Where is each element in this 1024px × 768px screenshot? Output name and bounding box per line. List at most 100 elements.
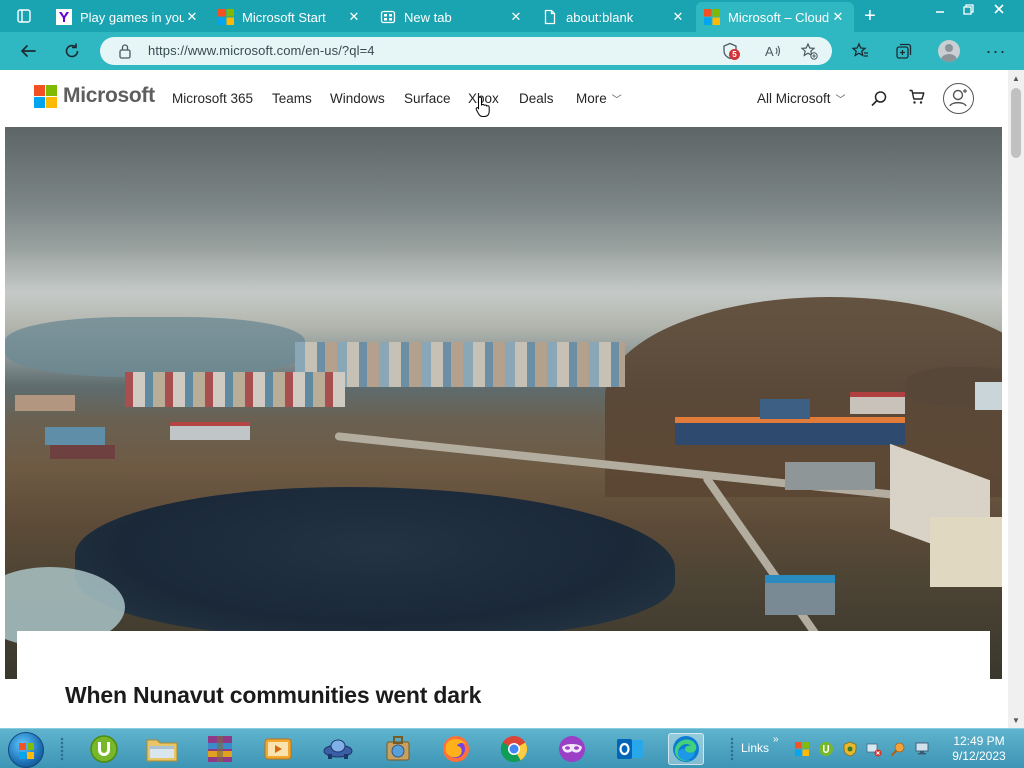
- favorites-icon: [851, 42, 868, 57]
- web-page: Microsoft Microsoft 365 Teams Windows Su…: [0, 70, 1024, 728]
- site-header: Microsoft Microsoft 365 Teams Windows Su…: [0, 70, 1008, 126]
- windows-flag-tray-icon[interactable]: [794, 741, 810, 757]
- close-icon: [994, 4, 1004, 14]
- links-toolbar-label[interactable]: Links: [741, 741, 769, 755]
- ufo-game-icon: [323, 739, 353, 759]
- windows-taskbar: Links » 12:49 PM 9/12/2023: [0, 728, 1024, 768]
- taskbar-media-player[interactable]: [260, 733, 296, 765]
- chevron-right-double-icon[interactable]: »: [773, 734, 779, 745]
- tab-title: Microsoft Start: [242, 9, 326, 25]
- folder-icon: [146, 739, 178, 762]
- taskbar-firefox[interactable]: [438, 733, 474, 765]
- browser-tab-active[interactable]: Microsoft – Cloud ✕: [696, 2, 854, 32]
- tab-title: New tab: [404, 9, 452, 25]
- collections-icon: [896, 43, 912, 59]
- close-window-button[interactable]: [984, 0, 1014, 18]
- network-warning-tray-icon[interactable]: [866, 741, 882, 757]
- browser-toolbar: https://www.microsoft.com/en-us/?ql=4 5 …: [0, 32, 1024, 70]
- account-button[interactable]: [943, 83, 974, 114]
- browser-tab[interactable]: Microsoft Start ✕: [210, 2, 370, 32]
- nav-teams[interactable]: Teams: [272, 91, 312, 106]
- chrome-icon: [500, 736, 528, 763]
- tab-actions-icon: [17, 9, 31, 23]
- scroll-thumb[interactable]: [1011, 88, 1021, 158]
- taskbar-vpn-app[interactable]: [554, 733, 590, 765]
- back-button[interactable]: [14, 38, 42, 64]
- taskbar-chrome[interactable]: [496, 733, 532, 765]
- hero-card-title[interactable]: When Nunavut communities went dark: [65, 682, 481, 709]
- logo-wordmark: Microsoft: [63, 84, 155, 107]
- chevron-down-icon: ﹀: [611, 95, 622, 106]
- toolbox-icon: [386, 736, 410, 761]
- scroll-up-icon[interactable]: ▲: [1008, 70, 1024, 86]
- utorrent-icon: [90, 735, 118, 763]
- browser-tab[interactable]: Play games in your ✕: [48, 2, 208, 32]
- cart-button[interactable]: [906, 86, 928, 108]
- vertical-scrollbar[interactable]: ▲ ▼: [1008, 70, 1024, 728]
- new-tab-icon: [380, 10, 396, 24]
- read-aloud-icon: A: [765, 44, 781, 59]
- user-icon: [949, 89, 967, 107]
- nav-deals[interactable]: Deals: [519, 91, 554, 106]
- close-tab-icon[interactable]: ✕: [670, 9, 686, 25]
- nav-windows[interactable]: Windows: [330, 91, 385, 106]
- close-tab-icon[interactable]: ✕: [346, 9, 362, 25]
- refresh-button[interactable]: [58, 38, 86, 64]
- nav-surface[interactable]: Surface: [404, 91, 451, 106]
- minimize-button[interactable]: [926, 0, 954, 18]
- start-button[interactable]: [8, 732, 44, 768]
- all-microsoft-label: All Microsoft: [757, 91, 831, 106]
- taskbar-outlook[interactable]: [612, 733, 648, 765]
- tab-title: Play games in your: [80, 9, 184, 25]
- close-tab-icon[interactable]: ✕: [830, 9, 846, 25]
- security-tray-icon[interactable]: [842, 741, 858, 757]
- mask-icon: [559, 736, 585, 762]
- outlook-icon: [617, 739, 643, 759]
- lock-icon[interactable]: [114, 41, 136, 61]
- utorrent-tray-icon[interactable]: [818, 741, 834, 757]
- settings-more-button[interactable]: ···: [982, 38, 1010, 64]
- tab-actions-button[interactable]: [6, 4, 42, 28]
- tab-title: about:blank: [566, 9, 634, 25]
- address-bar[interactable]: https://www.microsoft.com/en-us/?ql=4 5 …: [100, 37, 832, 65]
- search-icon: [871, 91, 887, 107]
- nav-microsoft-365[interactable]: Microsoft 365: [172, 91, 253, 106]
- close-tab-icon[interactable]: ✕: [508, 9, 524, 25]
- back-arrow-icon: [21, 45, 36, 57]
- taskbar-winrar[interactable]: [202, 733, 238, 765]
- plus-icon: +: [864, 4, 876, 27]
- all-microsoft-menu[interactable]: All Microsoft ﹀: [757, 91, 846, 106]
- taskbar-game-app[interactable]: [320, 733, 356, 765]
- favorites-button[interactable]: [846, 38, 874, 64]
- profile-avatar[interactable]: [938, 40, 960, 62]
- taskbar-system-tool[interactable]: [380, 733, 416, 765]
- microsoft-logo-icon: [704, 9, 720, 25]
- cart-icon: [909, 89, 925, 104]
- read-aloud-button[interactable]: A: [762, 41, 784, 61]
- url-text[interactable]: https://www.microsoft.com/en-us/?ql=4: [148, 43, 375, 58]
- nav-more[interactable]: More ﹀: [576, 91, 622, 106]
- taskbar-file-explorer[interactable]: [144, 733, 180, 765]
- restore-button[interactable]: [954, 0, 982, 18]
- tracking-badge: 5: [729, 49, 740, 60]
- microsoft-logo-icon: [34, 84, 57, 108]
- star-plus-icon: [800, 42, 818, 60]
- network-tray-icon[interactable]: [914, 741, 930, 757]
- close-tab-icon[interactable]: ✕: [184, 9, 200, 25]
- scroll-down-icon[interactable]: ▼: [1008, 712, 1024, 728]
- browser-tab[interactable]: New tab ✕: [372, 2, 532, 32]
- collections-button[interactable]: [890, 38, 918, 64]
- restore-icon: [962, 3, 974, 15]
- search-tray-icon[interactable]: [890, 741, 906, 757]
- tracking-prevention-button[interactable]: 5: [718, 41, 742, 61]
- add-favorite-button[interactable]: [798, 41, 820, 61]
- system-clock[interactable]: 12:49 PM 9/12/2023: [944, 734, 1014, 764]
- search-button[interactable]: [868, 88, 890, 110]
- minimize-icon: [936, 11, 944, 13]
- taskbar-edge[interactable]: [668, 733, 704, 765]
- microsoft-logo[interactable]: Microsoft: [34, 84, 155, 108]
- new-tab-button[interactable]: +: [858, 4, 882, 28]
- browser-tab-bar: Play games in your ✕ Microsoft Start ✕ N…: [0, 0, 1024, 32]
- taskbar-utorrent[interactable]: [86, 733, 122, 765]
- browser-tab[interactable]: about:blank ✕: [534, 2, 694, 32]
